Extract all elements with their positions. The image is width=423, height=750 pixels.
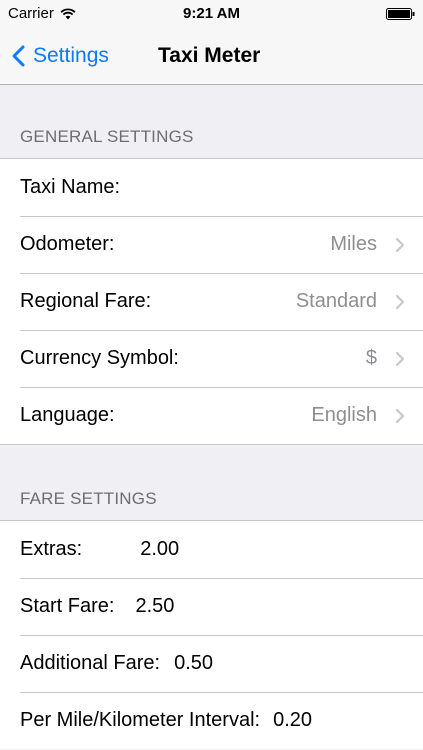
language-value: English <box>311 404 377 426</box>
battery-icon <box>386 8 415 20</box>
extras-label: Extras: <box>20 538 83 560</box>
interval-label: Per Mile/Kilometer Interval: <box>20 709 261 731</box>
chevron-right-icon <box>395 294 405 309</box>
additional-fare-value[interactable]: 0.50 <box>174 652 213 675</box>
chevron-right-icon <box>395 408 405 423</box>
general-settings-header: GENERAL SETTINGS <box>20 127 194 146</box>
navigation-bar: Settings Taxi Meter <box>0 28 423 85</box>
status-bar: Carrier 9:21 AM <box>0 0 423 28</box>
chevron-right-icon <box>395 351 405 366</box>
odometer-row[interactable]: Odometer: Miles <box>0 216 423 273</box>
regional-fare-row[interactable]: Regional Fare: Standard <box>0 273 423 330</box>
start-fare-label: Start Fare: <box>20 595 115 617</box>
fare-settings-header: FARE SETTINGS <box>20 489 157 508</box>
general-settings-group: Taxi Name: Odometer: Miles Regional Fare… <box>0 158 423 445</box>
additional-fare-label: Additional Fare: <box>20 652 161 674</box>
odometer-label: Odometer: <box>20 233 115 255</box>
currency-symbol-label: Currency Symbol: <box>20 347 179 369</box>
start-fare-value[interactable]: 2.50 <box>135 595 174 618</box>
chevron-right-icon <box>395 237 405 252</box>
extras-row[interactable]: Extras: 2.00 <box>0 521 423 578</box>
language-label: Language: <box>20 404 115 426</box>
chevron-left-icon <box>12 45 25 67</box>
back-button-label: Settings <box>33 44 109 67</box>
taxi-name-label: Taxi Name: <box>20 176 121 198</box>
language-row[interactable]: Language: English <box>0 387 423 444</box>
start-fare-row[interactable]: Start Fare: 2.50 <box>0 578 423 635</box>
back-button[interactable]: Settings <box>12 28 109 84</box>
taxi-name-row[interactable]: Taxi Name: <box>0 159 423 216</box>
page-title: Taxi Meter <box>158 44 261 67</box>
currency-symbol-value: $ <box>365 347 377 369</box>
additional-fare-row[interactable]: Additional Fare: 0.50 <box>0 635 423 692</box>
regional-fare-value: Standard <box>295 290 377 312</box>
odometer-value: Miles <box>330 233 377 255</box>
interval-value[interactable]: 0.20 <box>273 709 312 732</box>
currency-symbol-row[interactable]: Currency Symbol: $ <box>0 330 423 387</box>
regional-fare-label: Regional Fare: <box>20 290 152 312</box>
fare-settings-group: Extras: 2.00 Start Fare: 2.50 Additional… <box>0 520 423 749</box>
extras-value[interactable]: 2.00 <box>140 538 179 561</box>
interval-row[interactable]: Per Mile/Kilometer Interval: 0.20 <box>0 692 423 749</box>
status-time: 9:21 AM <box>183 5 240 22</box>
